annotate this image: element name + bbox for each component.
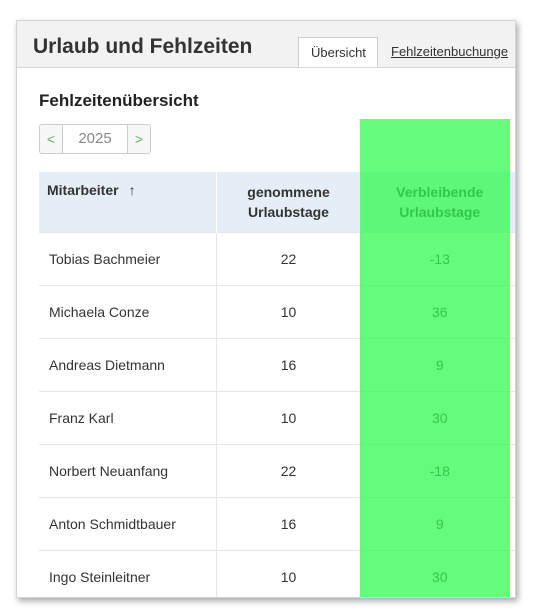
tab-overview[interactable]: Übersicht (298, 37, 378, 67)
table-row: Anton Schmidtbauer 16 9 (39, 496, 515, 550)
taken-days: 10 (216, 284, 362, 338)
table-row: Ingo Steinleitner 10 30 (39, 549, 515, 597)
employee-name: Franz Karl (39, 390, 217, 444)
remaining-days: 36 (361, 284, 515, 338)
sort-ascending-icon: ↑ (128, 182, 136, 198)
taken-days: 10 (216, 390, 362, 444)
remaining-days: -18 (361, 443, 515, 497)
column-header-employee[interactable]: Mitarbeiter ↑ (39, 172, 217, 232)
year-navigator: < 2025 > (39, 124, 151, 154)
taken-days: 16 (216, 337, 362, 391)
remaining-days: 30 (361, 549, 515, 597)
page-title: Urlaub und Fehlzeiten (33, 35, 253, 58)
section-title: Fehlzeitenübersicht (39, 91, 199, 110)
taken-days: 16 (216, 496, 362, 550)
taken-days: 10 (216, 549, 362, 597)
employee-name: Anton Schmidtbauer (39, 496, 217, 550)
employee-header-label: Mitarbeiter (47, 182, 119, 198)
panel-header: Urlaub und Fehlzeiten Übersicht Fehlzeit… (17, 21, 515, 68)
employee-name: Ingo Steinleitner (39, 549, 217, 597)
tab-absence-bookings[interactable]: Fehlzeitenbuchunge (379, 37, 515, 67)
table-row: Tobias Bachmeier 22 -13 (39, 231, 515, 285)
employee-name: Michaela Conze (39, 284, 217, 338)
remaining-days: 9 (361, 337, 515, 391)
table-row: Norbert Neuanfang 22 -18 (39, 443, 515, 497)
table-header-row: Mitarbeiter ↑ genommene Urlaubstage Verbl… (39, 172, 515, 232)
remaining-days: 30 (361, 390, 515, 444)
table-row: Michaela Conze 10 36 (39, 284, 515, 338)
table-row: Franz Karl 10 30 (39, 390, 515, 444)
employee-name: Tobias Bachmeier (39, 231, 217, 285)
absence-table: Mitarbeiter ↑ genommene Urlaubstage Verbl… (39, 172, 515, 597)
next-year-button[interactable]: > (127, 125, 150, 153)
column-header-taken-days[interactable]: genommene Urlaubstage (216, 172, 362, 232)
employee-name: Andreas Dietmann (39, 337, 217, 391)
table-row: Andreas Dietmann 16 9 (39, 337, 515, 391)
remaining-days: 9 (361, 496, 515, 550)
column-header-remaining-days[interactable]: Verbleibende Urlaubstage (361, 172, 515, 232)
year-display: 2025 (63, 125, 127, 153)
taken-days: 22 (216, 443, 362, 497)
employee-name: Norbert Neuanfang (39, 443, 217, 497)
taken-days: 22 (216, 231, 362, 285)
absence-panel: Urlaub und Fehlzeiten Übersicht Fehlzeit… (16, 20, 516, 598)
previous-year-button[interactable]: < (40, 125, 63, 153)
remaining-days: -13 (361, 231, 515, 285)
